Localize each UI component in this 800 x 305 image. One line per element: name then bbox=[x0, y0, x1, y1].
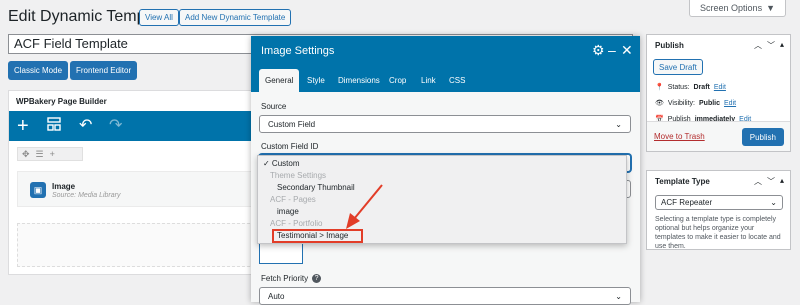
template-type-title: Template Type bbox=[655, 177, 710, 186]
source-value: Custom Field bbox=[268, 119, 316, 129]
dropdown-group-theme-settings: Theme Settings bbox=[270, 171, 327, 180]
screen-options-button[interactable]: Screen Options ▼ bbox=[689, 0, 786, 17]
publish-button[interactable]: Publish bbox=[741, 128, 784, 146]
frontend-editor-button[interactable]: Frontend Editor bbox=[70, 61, 138, 80]
source-label: Source bbox=[261, 102, 287, 111]
layout-icon[interactable] bbox=[47, 117, 61, 136]
tab-general[interactable]: General bbox=[259, 69, 300, 92]
box-controls: ︿ ﹀ ▴ bbox=[754, 40, 784, 51]
chevron-up-icon[interactable]: ︿ bbox=[754, 40, 762, 51]
element-source: Source: Media Library bbox=[52, 192, 121, 199]
minimize-icon[interactable]: – bbox=[608, 43, 616, 57]
element-name: Image bbox=[52, 182, 76, 191]
plus-icon[interactable]: + bbox=[17, 116, 29, 136]
caret-down-icon: ▼ bbox=[766, 3, 775, 13]
add-new-template-button[interactable]: Add New Dynamic Template bbox=[179, 9, 292, 26]
dropdown-option-image[interactable]: image bbox=[277, 207, 299, 216]
wpbakery-toolbar: + ↶ ↷ bbox=[9, 111, 253, 141]
fetch-priority-label: Fetch Priority bbox=[261, 274, 309, 283]
template-type-box: Template Type ︿ ﹀ ▴ ACF Repeater ⌄ Selec… bbox=[646, 170, 791, 250]
classic-mode-button[interactable]: Classic Mode bbox=[8, 61, 69, 80]
custom-field-id-label: Custom Field ID bbox=[261, 142, 319, 151]
arrow-annotation bbox=[346, 184, 383, 229]
toggle-icon[interactable]: ▴ bbox=[780, 176, 784, 187]
wpbakery-panel: WPBakery Page Builder + ↶ ↷ ✥ ☰ + ▣ Imag… bbox=[8, 90, 255, 275]
template-type-value: ACF Repeater bbox=[661, 198, 713, 207]
chevron-up-icon[interactable]: ︿ bbox=[754, 176, 762, 187]
screen-options-label: Screen Options bbox=[700, 3, 763, 13]
chevron-down-icon: ⌄ bbox=[615, 291, 622, 301]
image-icon: ▣ bbox=[30, 182, 46, 198]
chevron-down-icon[interactable]: ﹀ bbox=[767, 176, 775, 187]
box-controls: ︿ ﹀ ▴ bbox=[754, 176, 784, 187]
template-type-select[interactable]: ACF Repeater ⌄ bbox=[655, 195, 783, 210]
tab-link[interactable]: Link bbox=[415, 69, 442, 92]
gear-icon[interactable]: ⚙ bbox=[592, 43, 605, 57]
chevron-down-icon: ⌄ bbox=[615, 119, 622, 129]
template-type-description: Selecting a template type is completely … bbox=[655, 216, 781, 250]
source-select[interactable]: Custom Field ⌄ bbox=[259, 115, 631, 133]
publish-box: Publish ︿ ﹀ ▴ Save Draft 📍 Status: Draft… bbox=[646, 34, 791, 152]
eye-icon: 👁 bbox=[655, 100, 664, 107]
fetch-priority-select[interactable]: Auto ⌄ bbox=[259, 287, 631, 305]
tab-crop[interactable]: Crop bbox=[383, 69, 412, 92]
pin-icon: 📍 bbox=[655, 84, 664, 91]
edit-visibility-link[interactable]: Edit bbox=[724, 100, 736, 107]
tab-dimensions[interactable]: Dimensions bbox=[332, 69, 386, 92]
view-all-button[interactable]: View All bbox=[139, 9, 179, 26]
status-value: Draft bbox=[693, 83, 710, 91]
dropdown-option-custom[interactable]: ✓ Custom bbox=[263, 159, 300, 168]
status-label: Status: bbox=[667, 83, 690, 91]
modal-header: Image Settings ⚙ – ✕ General Style Dimen… bbox=[251, 36, 640, 92]
tab-css[interactable]: CSS bbox=[443, 69, 471, 92]
visibility-row: 👁 Visibility: Public Edit bbox=[655, 99, 736, 108]
add-icon[interactable]: + bbox=[50, 149, 55, 159]
chevron-down-icon: ⌄ bbox=[770, 198, 777, 207]
help-icon[interactable]: ? bbox=[312, 274, 322, 283]
row-controls[interactable]: ✥ ☰ + bbox=[17, 147, 83, 161]
publish-actions: Move to Trash Publish bbox=[647, 121, 790, 151]
dropdown-group-acf-portfolio: ACF - Portfolio bbox=[270, 219, 323, 228]
undo-icon[interactable]: ↶ bbox=[79, 117, 92, 135]
chevron-down-icon[interactable]: ﹀ bbox=[767, 40, 775, 51]
columns-icon[interactable]: ☰ bbox=[36, 149, 44, 160]
save-draft-button[interactable]: Save Draft bbox=[653, 59, 703, 75]
visibility-label: Visibility: bbox=[667, 99, 695, 107]
visibility-value: Public bbox=[699, 99, 721, 107]
toggle-icon[interactable]: ▴ bbox=[780, 40, 784, 51]
modal-title: Image Settings bbox=[261, 45, 335, 57]
move-icon[interactable]: ✥ bbox=[22, 149, 30, 160]
move-to-trash-link[interactable]: Move to Trash bbox=[654, 132, 705, 141]
image-element-card[interactable]: ▣ Image Source: Media Library bbox=[17, 171, 255, 207]
fetch-priority-value: Auto bbox=[268, 291, 285, 301]
status-row: 📍 Status: Draft Edit bbox=[655, 83, 726, 92]
dropdown-group-acf-pages: ACF - Pages bbox=[270, 195, 316, 204]
empty-drop-area[interactable] bbox=[17, 223, 255, 267]
fetch-priority-label-row: Fetch Priority ? bbox=[261, 274, 322, 283]
tab-style[interactable]: Style bbox=[301, 69, 331, 92]
publish-box-title: Publish bbox=[655, 41, 684, 50]
redo-icon[interactable]: ↷ bbox=[109, 117, 122, 135]
wpbakery-title: WPBakery Page Builder bbox=[16, 97, 107, 106]
close-icon[interactable]: ✕ bbox=[621, 43, 633, 57]
custom-field-dropdown: ✓ Custom Theme Settings Secondary Thumbn… bbox=[257, 155, 627, 244]
edit-status-link[interactable]: Edit bbox=[714, 84, 726, 91]
